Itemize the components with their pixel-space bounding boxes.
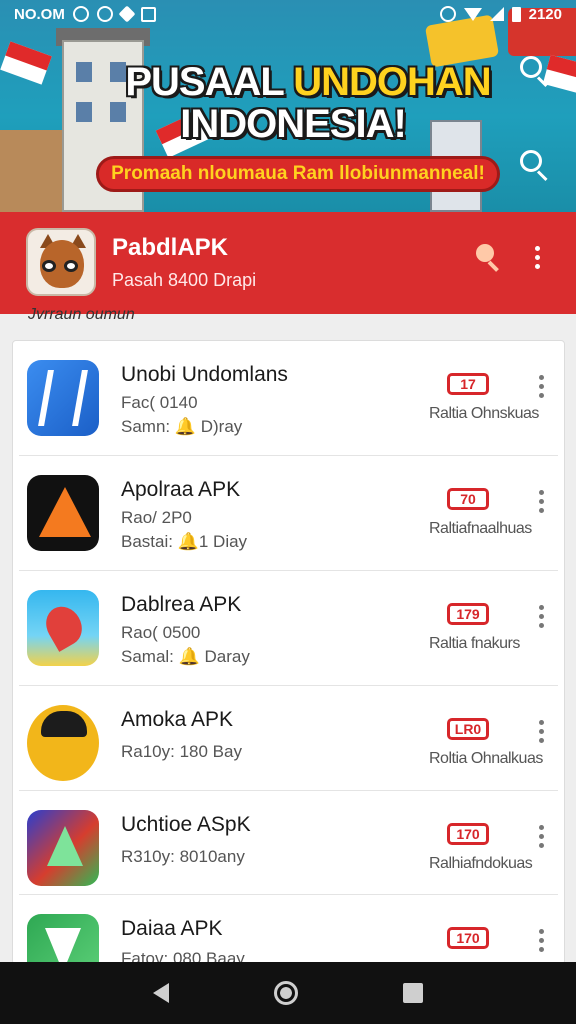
app-a-icon	[27, 360, 99, 436]
app-name: Amoka APK	[121, 708, 234, 731]
banner-title: PUSAAL UNDOHAN	[0, 62, 576, 102]
app-meta: Rao( 0500	[121, 623, 201, 642]
app-name: Apolraa APK	[121, 478, 241, 501]
version-badge: 179	[447, 603, 489, 625]
banner-ribbon: Promaah nloumaua Ram llobiunmanneal!	[96, 156, 500, 192]
app-meta: Samal: 🔔 Daray	[121, 647, 250, 666]
location-icon	[118, 5, 136, 23]
version-badge: 17	[447, 373, 489, 395]
search-icon[interactable]	[520, 150, 550, 182]
banner-title-part2: UNDOHAN	[293, 60, 491, 104]
list-item[interactable]: Daiaa APK Fatov: 080 Baay 170	[19, 895, 558, 964]
app-name: Uchtioe ASpK	[121, 813, 251, 836]
app-screen: PUSAAL UNDOHAN INDONESIA! Promaah nlouma…	[0, 0, 576, 1024]
version-badge: 170	[447, 927, 489, 949]
status-time: NO.OM	[14, 5, 65, 23]
notification-icon	[72, 6, 89, 22]
app-name: Daiaa APK	[121, 917, 223, 940]
app-status: Raltiafnaalhuas	[429, 520, 532, 537]
alarm-icon	[439, 6, 456, 22]
wifi-icon	[463, 7, 482, 21]
list-item[interactable]: Apolraa APK Rao/ 2P0 Bastai: 🔔1 Diay 70 …	[19, 456, 558, 571]
status-bar: NO.OM 2120	[0, 0, 576, 28]
more-options-icon[interactable]	[533, 823, 549, 853]
owl-logo-icon	[26, 228, 96, 296]
app-list: Unobi Undomlans Fac( 0140 Samn: 🔔 D)ray …	[12, 340, 565, 965]
app-status: Ralhiafndokuas	[429, 855, 533, 872]
image-icon	[140, 6, 156, 22]
app-status: Raltia fnakurs	[429, 635, 520, 652]
app-title: PabdlAPK	[112, 234, 229, 261]
app-face-icon	[27, 705, 99, 781]
app-status: Raltia Ohnskuas	[429, 405, 539, 422]
app-status: Roltia Ohnalkuas	[429, 750, 543, 767]
alarm-icon	[96, 6, 113, 22]
promo-banner[interactable]: PUSAAL UNDOHAN INDONESIA! Promaah nlouma…	[0, 0, 576, 212]
navigation-bar	[0, 962, 576, 1024]
app-p-icon	[27, 475, 99, 551]
section-caption: Jvrraun oumun	[28, 306, 135, 322]
signal-icon	[489, 7, 504, 21]
version-badge: 170	[447, 823, 489, 845]
app-green-icon	[27, 914, 99, 964]
app-name: Dablrea APK	[121, 593, 242, 616]
more-options-icon[interactable]	[533, 488, 549, 518]
banner-title-part1: PUSAAL	[125, 60, 294, 104]
version-badge: LR0	[447, 718, 489, 740]
app-name: Unobi Undomlans	[121, 363, 288, 386]
back-icon[interactable]	[152, 983, 169, 1003]
more-options-icon[interactable]	[530, 244, 544, 272]
app-meta: Fac( 0140	[121, 393, 198, 412]
search-icon[interactable]	[520, 56, 550, 88]
more-options-icon[interactable]	[533, 927, 549, 957]
battery-icon	[511, 6, 521, 22]
more-options-icon[interactable]	[533, 718, 549, 748]
version-badge: 70	[447, 488, 489, 510]
home-icon[interactable]	[273, 981, 298, 1005]
search-icon[interactable]	[474, 244, 502, 272]
list-item[interactable]: Amoka APK Ra10y: 180 Bay LR0 Roltia Ohna…	[19, 686, 558, 791]
status-clock: 2120	[528, 5, 562, 23]
app-meta: R310y: 8010any	[121, 847, 245, 866]
list-item[interactable]: Unobi Undomlans Fac( 0140 Samn: 🔔 D)ray …	[19, 341, 558, 456]
banner-title-line2: INDONESIA!	[180, 102, 407, 146]
app-play-icon	[27, 810, 99, 886]
app-subtitle: Pasah 8400 Drapi	[112, 270, 257, 290]
app-meta: Rao/ 2P0	[121, 508, 192, 527]
more-options-icon[interactable]	[533, 373, 549, 403]
recent-apps-icon[interactable]	[403, 983, 424, 1003]
list-item[interactable]: Uchtioe ASpK R310y: 8010any 170 Ralhiafn…	[19, 791, 558, 895]
list-item[interactable]: Dablrea APK Rao( 0500 Samal: 🔔 Daray 179…	[19, 571, 558, 686]
app-meta: Samn: 🔔 D)ray	[121, 417, 243, 436]
more-options-icon[interactable]	[533, 603, 549, 633]
app-meta: Ra10y: 180 Bay	[121, 742, 242, 761]
app-meta: Bastai: 🔔1 Diay	[121, 532, 248, 551]
app-map-icon	[27, 590, 99, 666]
